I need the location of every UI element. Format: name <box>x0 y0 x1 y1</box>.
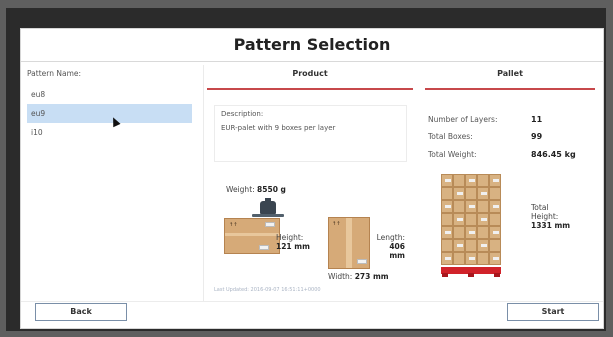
pallet-box-cell <box>477 187 489 200</box>
pattern-name-label: Pattern Name: <box>27 69 82 78</box>
list-divider <box>203 65 204 301</box>
pallet-box-cell <box>489 174 501 187</box>
total-boxes-label: Total Boxes: <box>428 132 473 141</box>
total-height-label-1: Total <box>531 203 549 212</box>
layers-value: 11 <box>531 115 543 124</box>
description-label: Description: <box>221 110 264 118</box>
total-weight-value: 846.45 kg <box>531 150 576 159</box>
pallet-box-cell <box>477 213 489 226</box>
pallet-header: Pallet <box>497 69 523 78</box>
product-weight: Weight: 8550 g <box>226 185 286 194</box>
pallet-leg <box>468 273 474 277</box>
pallet-box-cell <box>465 213 477 226</box>
pallet-box-cell <box>465 252 477 265</box>
pallet-box-cell <box>441 174 453 187</box>
pallet-box-cell <box>489 239 501 252</box>
weight-value: 8550 g <box>257 185 286 194</box>
weight-label: Weight: <box>226 185 255 194</box>
footer-divider <box>21 301 603 302</box>
pattern-item-eu8[interactable]: eu8 <box>27 85 192 104</box>
pallet-box-cell <box>465 174 477 187</box>
box-width: Width: 273 mm <box>328 272 389 281</box>
pallet-box-cell <box>489 252 501 265</box>
width-value: 273 mm <box>354 272 389 281</box>
description-box: Description: EUR-palet with 9 boxes per … <box>214 105 407 162</box>
pallet-box-cell <box>441 239 453 252</box>
scale-plate <box>252 214 284 217</box>
total-weight-label: Total Weight: <box>428 150 477 159</box>
pallet-box-cell <box>465 200 477 213</box>
pallet-box-cell <box>453 200 465 213</box>
length-label: Length: <box>376 233 405 242</box>
pallet-box-cell <box>489 200 501 213</box>
pallet-box-cell <box>477 239 489 252</box>
pallet-box-cell <box>441 200 453 213</box>
title-divider <box>21 61 603 62</box>
pallet-leg <box>442 273 448 277</box>
pattern-list: eu8 eu9 i10 <box>27 85 192 142</box>
pallet-box-cell <box>441 213 453 226</box>
pallet-box-cell <box>477 174 489 187</box>
pallet-box-cell <box>465 239 477 252</box>
pattern-item-i10[interactable]: i10 <box>27 123 192 142</box>
start-button[interactable]: Start <box>507 303 599 321</box>
pallet-header-underline <box>425 88 595 90</box>
last-updated: Last Updated: 2016-09-07 16:51:11+0000 <box>214 287 321 293</box>
pallet-box-cell <box>453 213 465 226</box>
pallet-box-cell <box>489 187 501 200</box>
pallet-stack-icon <box>441 173 501 265</box>
pallet-box-cell <box>453 252 465 265</box>
pallet-box-cell <box>477 200 489 213</box>
pallet-box-cell <box>453 187 465 200</box>
height-label: Height: <box>276 233 304 242</box>
pallet-box-cell <box>441 226 453 239</box>
pattern-selection-screen: Pattern Selection Pattern Name: eu8 eu9 … <box>20 28 604 329</box>
layers-label: Number of Layers: <box>428 115 498 124</box>
scale-icon <box>260 198 276 214</box>
total-boxes-value: 99 <box>531 132 543 141</box>
description-text: EUR-palet with 9 boxes per layer <box>221 124 336 132</box>
back-button[interactable]: Back <box>35 303 127 321</box>
length-value: 406 mm <box>389 242 405 260</box>
pallet-box-cell <box>453 239 465 252</box>
box-on-scale-icon: ↑↑ <box>224 218 280 254</box>
box-front-icon: ↑↑ <box>328 217 370 269</box>
pallet-box-cell <box>441 252 453 265</box>
total-height-value: 1331 mm <box>531 221 571 230</box>
pallet-box-cell <box>453 174 465 187</box>
pallet-box-cell <box>465 187 477 200</box>
width-label: Width: <box>328 272 353 281</box>
pallet-box-cell <box>465 226 477 239</box>
box-height: Height: 121 mm <box>276 233 310 251</box>
pallet-box-cell <box>477 252 489 265</box>
box-length: Length: 406 mm <box>375 233 405 260</box>
window-frame: Pattern Selection Pattern Name: eu8 eu9 … <box>6 8 606 331</box>
pallet-box-cell <box>441 187 453 200</box>
pallet-box-cell <box>489 226 501 239</box>
pallet-box-cell <box>489 213 501 226</box>
total-height-label-2: Height: <box>531 212 559 221</box>
product-header-underline <box>207 88 413 90</box>
pallet-total-height: Total Height: 1331 mm <box>531 203 570 230</box>
pallet-box-cell <box>477 226 489 239</box>
page-title: Pattern Selection <box>233 35 391 54</box>
height-value: 121 mm <box>276 242 310 251</box>
pallet-box-cell <box>453 226 465 239</box>
pallet-leg <box>494 273 500 277</box>
product-header: Product <box>292 69 328 78</box>
